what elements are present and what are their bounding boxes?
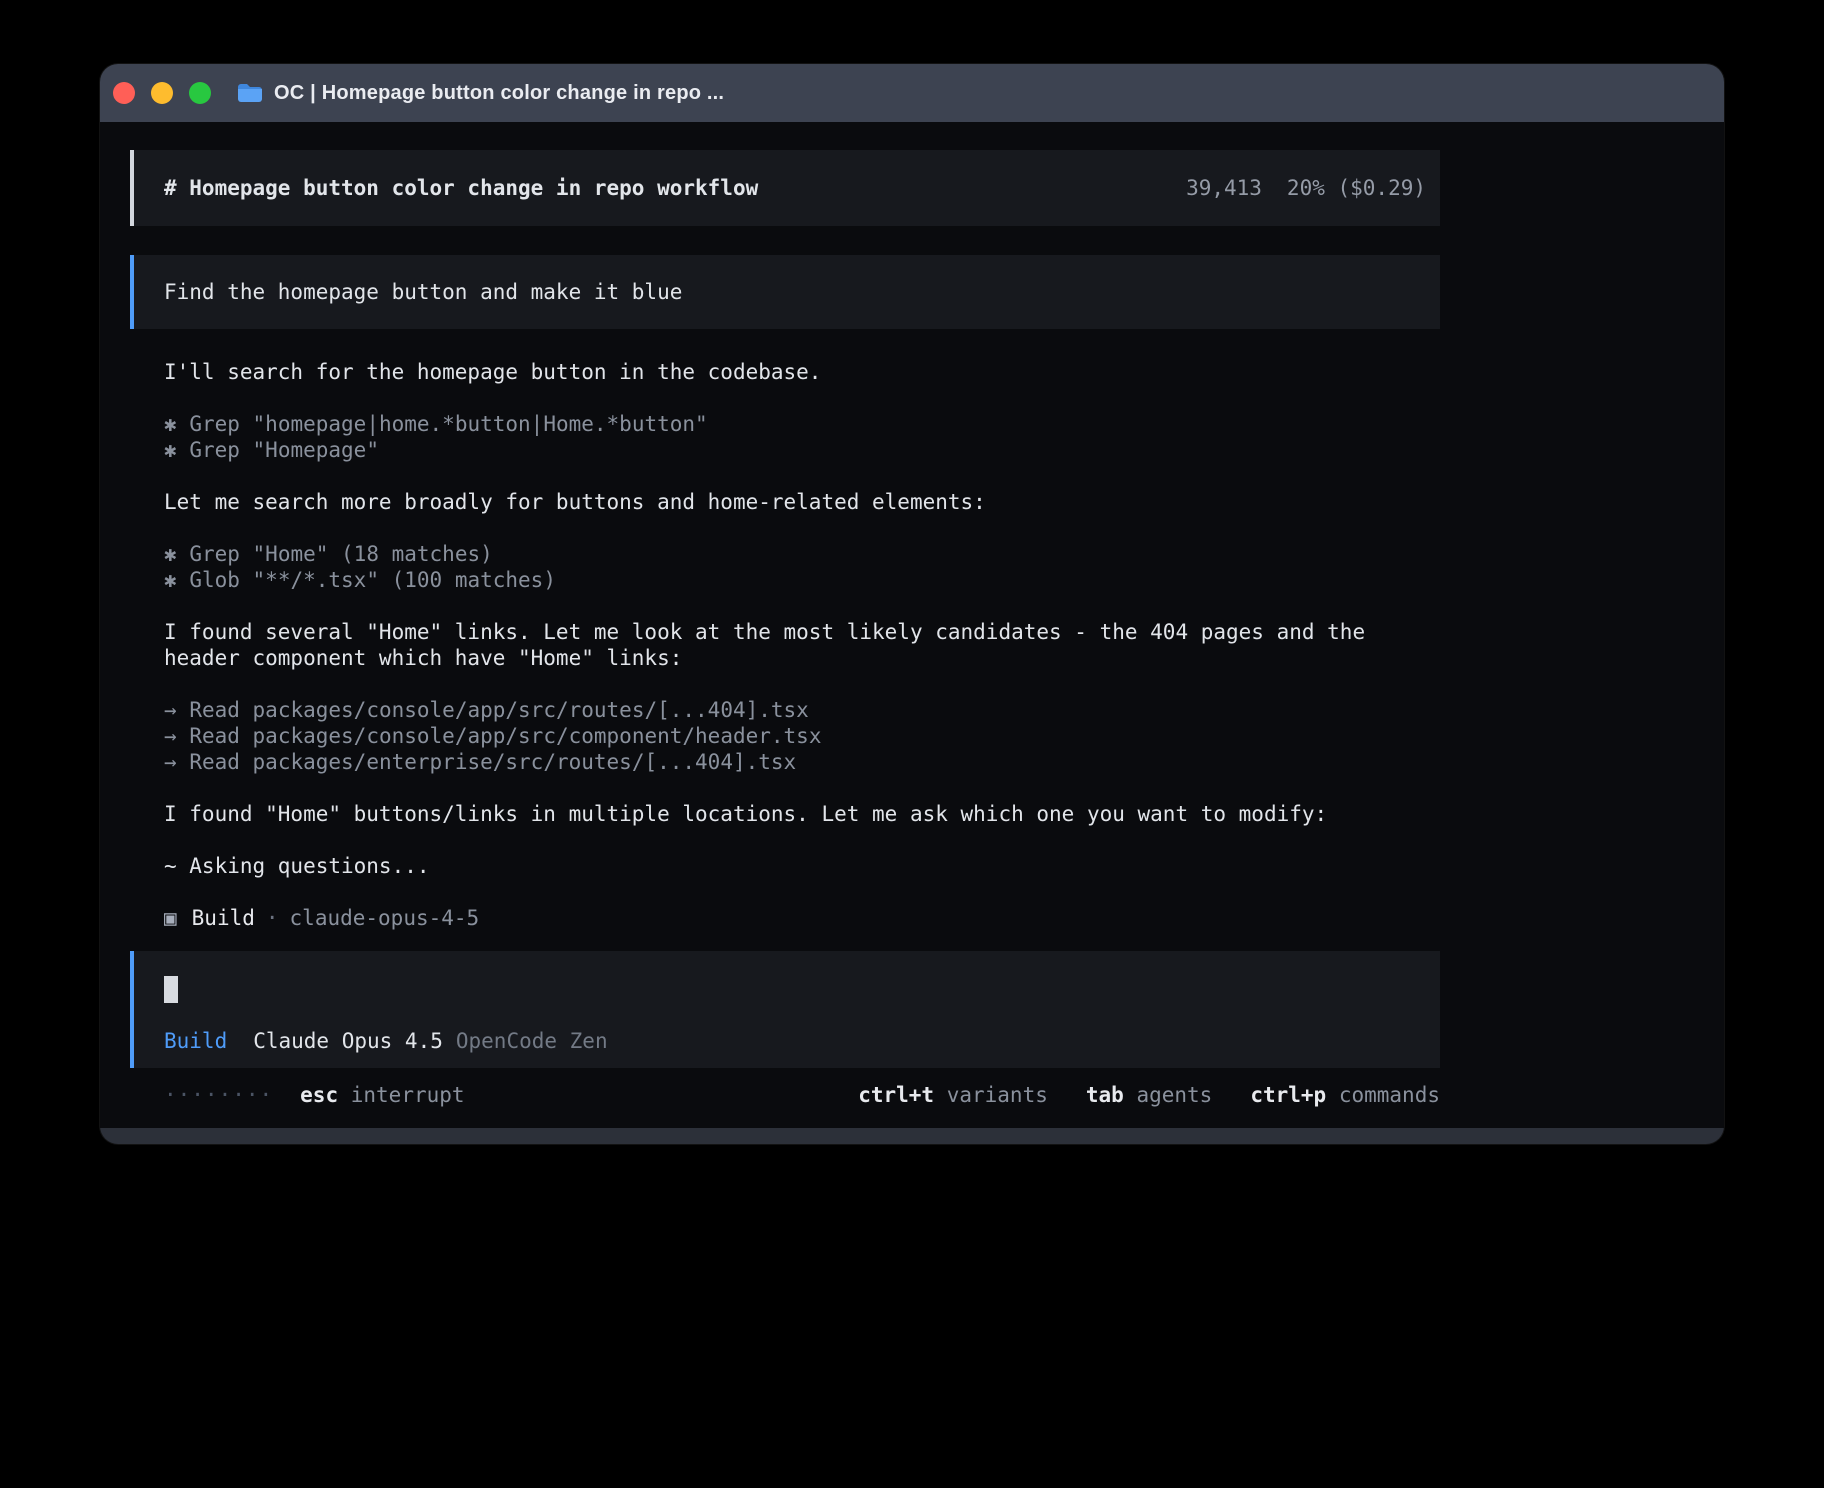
read-arrow-icon: →: [164, 698, 177, 722]
terminal-content: # Homepage button color change in repo w…: [100, 122, 1724, 1128]
hint-agents: tab agents: [1086, 1082, 1212, 1108]
read-call-text: Read packages/enterprise/src/routes/[...…: [189, 750, 796, 774]
assistant-text-found: I found several "Home" links. Let me loo…: [164, 619, 1440, 671]
titlebar[interactable]: OC | Homepage button color change in rep…: [100, 64, 1724, 122]
status-bar-right: ctrl+t variants tab agents ctrl+p comman…: [858, 1082, 1440, 1108]
tool-call-icon: ✱: [164, 542, 177, 566]
assistant-working-status: ~ Asking questions...: [164, 853, 1440, 879]
read-call-text: Read packages/console/app/src/routes/[..…: [189, 698, 809, 722]
session-title: # Homepage button color change in repo w…: [164, 175, 758, 201]
session-header: # Homepage button color change in repo w…: [130, 150, 1440, 226]
tool-call-icon: ✱: [164, 438, 177, 462]
hint-key-tab: tab: [1086, 1083, 1124, 1107]
hint-label-agents: agents: [1136, 1083, 1212, 1107]
hint-interrupt: esc interrupt: [300, 1082, 464, 1108]
tool-call: ✱ Grep "Home" (18 matches): [164, 541, 1440, 567]
terminal-window: OC | Homepage button color change in rep…: [100, 64, 1724, 1144]
tool-call-icon: ✱: [164, 568, 177, 592]
agent-status-line: ▣ Build · claude-opus-4-5: [164, 905, 1440, 931]
tool-call-group-broad: ✱ Grep "Home" (18 matches) ✱ Glob "**/*.…: [164, 541, 1440, 593]
context-usage: 20% ($0.29): [1287, 175, 1426, 201]
hint-key-esc: esc: [300, 1083, 338, 1107]
tool-call-text: Glob "**/*.tsx" (100 matches): [189, 568, 556, 592]
assistant-text-ask: I found "Home" buttons/links in multiple…: [164, 801, 1440, 827]
agent-model: claude-opus-4-5: [290, 906, 480, 930]
zoom-button[interactable]: [189, 82, 211, 104]
text-cursor: [164, 976, 178, 1003]
window-title: OC | Homepage button color change in rep…: [274, 82, 724, 105]
window-controls: [113, 82, 211, 104]
hint-key-ctrl-t: ctrl+t: [858, 1083, 934, 1107]
agent-icon: ▣: [164, 906, 177, 930]
window-bottom-edge: [100, 1128, 1724, 1144]
assistant-text-broaden: Let me search more broadly for buttons a…: [164, 489, 1440, 515]
tool-call: ✱ Glob "**/*.tsx" (100 matches): [164, 567, 1440, 593]
read-call: → Read packages/enterprise/src/routes/[.…: [164, 749, 1440, 775]
close-button[interactable]: [113, 82, 135, 104]
read-arrow-icon: →: [164, 724, 177, 748]
hint-key-ctrl-p: ctrl+p: [1250, 1083, 1326, 1107]
minimize-button[interactable]: [151, 82, 173, 104]
tool-call: ✱ Grep "homepage|home.*button|Home.*butt…: [164, 411, 1440, 437]
hint-label-variants: variants: [947, 1083, 1048, 1107]
tool-call-icon: ✱: [164, 412, 177, 436]
read-call-text: Read packages/console/app/src/component/…: [189, 724, 821, 748]
folder-icon: [236, 81, 264, 105]
composer-provider-label: OpenCode Zen: [456, 1029, 608, 1053]
hint-label-commands: commands: [1339, 1083, 1440, 1107]
agent-separator: ·: [266, 906, 279, 930]
hint-label-interrupt: interrupt: [351, 1083, 465, 1107]
status-bar-left: ········ esc interrupt: [164, 1082, 465, 1108]
tool-call-group-search: ✱ Grep "homepage|home.*button|Home.*butt…: [164, 411, 1440, 463]
agent-name: Build: [192, 906, 255, 930]
read-arrow-icon: →: [164, 750, 177, 774]
composer-agent-label[interactable]: Build: [164, 1029, 227, 1053]
tool-call-text: Grep "Home" (18 matches): [189, 542, 492, 566]
hint-commands: ctrl+p commands: [1250, 1082, 1440, 1108]
tool-call-text: Grep "homepage|home.*button|Home.*button…: [189, 412, 707, 436]
spinner-dots: ········: [164, 1082, 273, 1108]
read-call: → Read packages/console/app/src/routes/[…: [164, 697, 1440, 723]
read-call: → Read packages/console/app/src/componen…: [164, 723, 1440, 749]
assistant-transcript: I'll search for the homepage button in t…: [164, 359, 1440, 931]
user-message: Find the homepage button and make it blu…: [130, 255, 1440, 329]
user-message-text: Find the homepage button and make it blu…: [164, 279, 682, 305]
assistant-text-intro: I'll search for the homepage button in t…: [164, 359, 1440, 385]
tool-call-text: Grep "Homepage": [189, 438, 379, 462]
composer-meta: Build Claude Opus 4.5 OpenCode Zen: [164, 1028, 1440, 1054]
tool-call: ✱ Grep "Homepage": [164, 437, 1440, 463]
composer-model-label[interactable]: Claude Opus 4.5: [253, 1029, 443, 1053]
token-count: 39,413: [1186, 175, 1262, 201]
status-bar: ········ esc interrupt ctrl+t variants t…: [164, 1082, 1440, 1108]
prompt-input[interactable]: Build Claude Opus 4.5 OpenCode Zen: [130, 951, 1440, 1068]
tool-call-group-reads: → Read packages/console/app/src/routes/[…: [164, 697, 1440, 775]
session-stats: 39,413 20% ($0.29): [1186, 175, 1426, 201]
hint-variants: ctrl+t variants: [858, 1082, 1048, 1108]
